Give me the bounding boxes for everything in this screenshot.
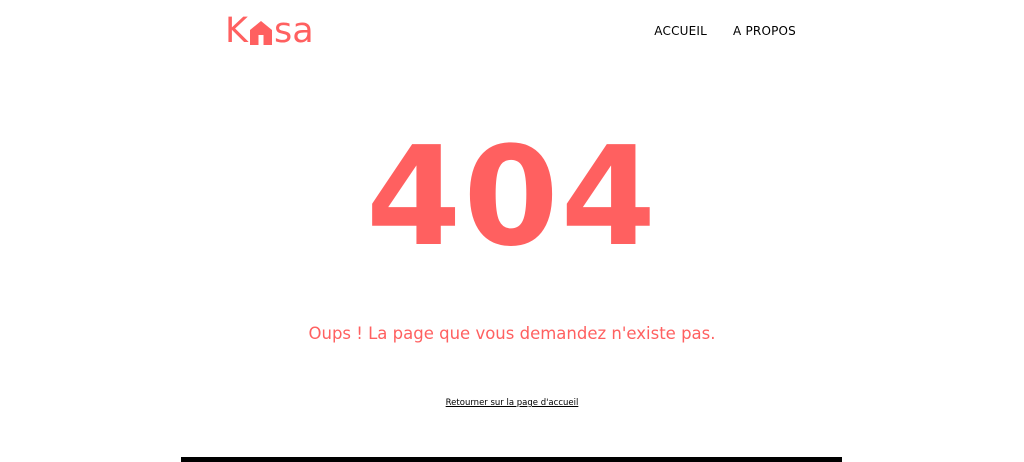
back-link-container: Retourner sur la page d'accueil [0,394,1024,410]
nav-item-accueil[interactable]: ACCUEIL [654,12,707,50]
house-icon [249,21,272,45]
error-message: Oups ! La page que vous demandez n'exist… [308,324,716,343]
error-page: K sa ACCUEIL A PROPOS 404 Oups ! La page… [0,0,1024,462]
error-code: 404 [366,118,658,277]
site-header: K sa ACCUEIL A PROPOS [225,12,800,50]
logo-letter-k: K [225,11,248,51]
logo-letters-sa: sa [273,11,314,51]
nav-item-a-propos[interactable]: A PROPOS [733,12,796,50]
footer-bar [181,457,842,462]
main-nav: ACCUEIL A PROPOS [654,12,796,50]
back-to-home-link[interactable]: Retourner sur la page d'accueil [446,398,579,408]
kasa-logo-link[interactable]: K sa [225,12,314,50]
